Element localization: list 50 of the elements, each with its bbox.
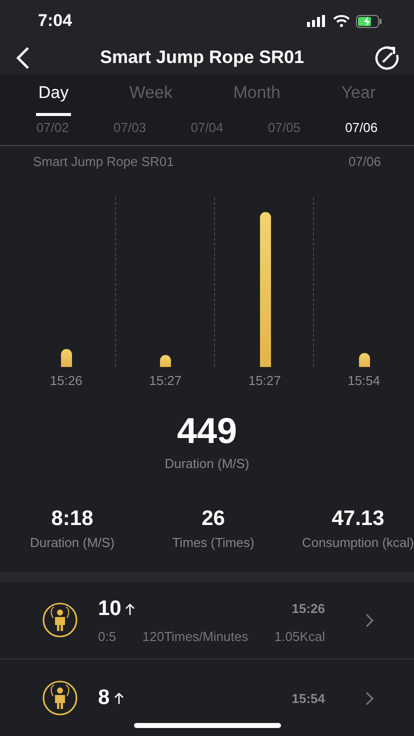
- period-tab[interactable]: Week: [127, 80, 175, 116]
- signal-icon: [307, 15, 327, 27]
- refresh-icon: [374, 44, 400, 71]
- stat-label: Times (Times): [172, 534, 254, 550]
- chart-date: 07/06: [348, 154, 381, 169]
- page-title: Smart Jump Rope SR01: [100, 47, 304, 68]
- chart-bar: [60, 348, 72, 367]
- stat-value: 47.13: [332, 506, 384, 531]
- up-arrow-icon: [114, 692, 124, 704]
- jumper-icon: [42, 602, 78, 638]
- date-tab[interactable]: 07/05: [268, 120, 300, 135]
- record-time: 15:26: [292, 601, 325, 616]
- record-row[interactable]: 10 15:26 0:5 120Times/Minutes 1.05Kcal: [0, 582, 414, 658]
- stat-label: Consumption (kcal): [302, 534, 414, 550]
- jump-count: 10: [98, 596, 122, 620]
- total-value: 449: [176, 410, 238, 452]
- chevron-right-icon: [365, 690, 374, 706]
- battery-charging-icon: [356, 14, 382, 28]
- stat-label: Duration (M/S): [30, 534, 115, 550]
- clock-time: 7:04: [38, 11, 72, 31]
- record-energy: 1.05Kcal: [274, 628, 325, 644]
- date-tab[interactable]: 07/06: [345, 120, 378, 135]
- up-arrow-icon: [125, 602, 136, 614]
- wifi-icon: [333, 15, 350, 27]
- chevron-right-icon: [365, 612, 374, 628]
- period-tab[interactable]: Month: [231, 80, 283, 116]
- period-tab[interactable]: Day: [36, 80, 71, 116]
- bar-time-label: 15:27: [149, 372, 182, 388]
- record-rate: 120Times/Minutes: [142, 628, 248, 644]
- chart-bar: [160, 354, 172, 367]
- bar-time-label: 15:26: [50, 372, 82, 388]
- record-row[interactable]: 8 15:54: [0, 660, 414, 736]
- refresh-button[interactable]: [374, 44, 400, 71]
- back-button[interactable]: [16, 46, 30, 70]
- chart-bar: [358, 352, 370, 367]
- date-tab[interactable]: 07/04: [190, 120, 224, 135]
- date-tab[interactable]: 07/03: [114, 120, 146, 135]
- period-tab[interactable]: Year: [339, 80, 378, 116]
- stat-value: 8:18: [51, 506, 94, 531]
- jump-count: 8: [98, 686, 110, 710]
- record-time: 15:54: [292, 690, 325, 706]
- record-duration: 0:5: [98, 628, 116, 644]
- stat-value: 26: [202, 506, 225, 531]
- bar-time-label: 15:27: [248, 372, 281, 388]
- bar-time-label: 15:54: [348, 372, 380, 388]
- chart-title: Smart Jump Rope SR01: [33, 154, 174, 169]
- total-label: Duration (M/S): [164, 456, 250, 471]
- date-tab[interactable]: 07/02: [36, 120, 69, 135]
- back-icon: [16, 46, 30, 70]
- jumper-icon: [42, 680, 78, 716]
